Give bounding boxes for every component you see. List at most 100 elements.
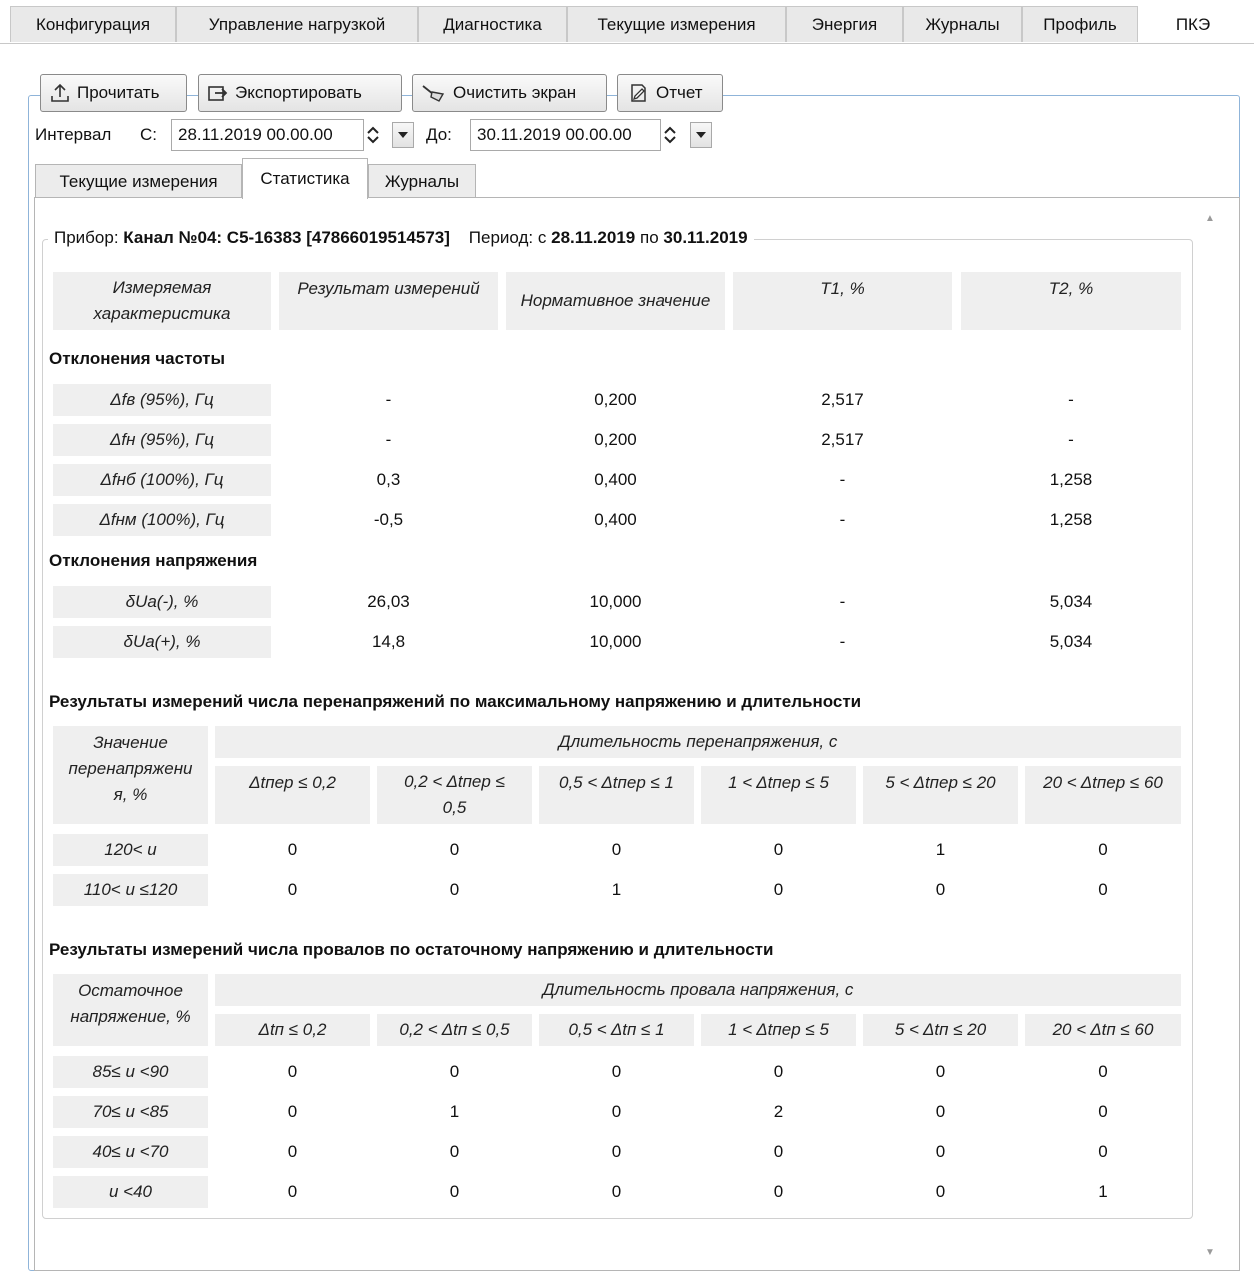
- header-characteristic: Измеряемая характеристика: [53, 272, 271, 330]
- overvoltage-count: 0: [611, 840, 622, 859]
- to-spinner[interactable]: [659, 119, 681, 151]
- overvoltage-count: 1: [935, 840, 946, 859]
- up-down-icon: [664, 126, 676, 144]
- overvoltage-count: 0: [1098, 840, 1108, 859]
- overvoltage-count: 0: [287, 880, 298, 899]
- freq-row-t1: 2,517: [821, 390, 864, 409]
- export-icon: [208, 86, 228, 101]
- dips-col-header: 20 < Δtп ≤ 60: [1025, 1014, 1181, 1046]
- overvoltage-col-header: 0,2 < Δtпер ≤ 0,5: [377, 766, 532, 824]
- dips-row-header: Остаточное напряжение, %: [53, 974, 208, 1046]
- volt-row-name: δUa(+), %: [53, 626, 271, 658]
- freq-row-name: Δfнб (100%), Гц: [53, 464, 271, 496]
- report-icon: [631, 84, 646, 102]
- freq-row-result: -: [385, 430, 392, 449]
- tab-current-measurements[interactable]: Текущие измерения: [567, 6, 786, 42]
- freq-row-t2: 1,258: [1049, 510, 1093, 529]
- freq-row-norm: 0,400: [594, 510, 637, 529]
- tab-profile[interactable]: Профиль: [1022, 6, 1138, 42]
- from-datetime-input[interactable]: 28.11.2019 00.00.00: [171, 119, 364, 151]
- dips-count: 0: [611, 1182, 622, 1201]
- overvoltage-row-name: 110< u ≤120: [53, 874, 208, 906]
- header-result: Результат измерений: [279, 272, 498, 330]
- overvoltage-col-header: 1 < Δtпер ≤ 5: [701, 766, 856, 824]
- freq-row-name: Δfв (95%), Гц: [53, 384, 271, 416]
- header-t2: T2, %: [961, 272, 1181, 330]
- chevron-down-icon: [398, 132, 408, 138]
- dips-col-header: 5 < Δtп ≤ 20: [863, 1014, 1018, 1046]
- freq-row-name: Δfнм (100%), Гц: [53, 504, 271, 536]
- device-label: Прибор:: [54, 228, 119, 247]
- section-dips: Результаты измерений числа провалов по о…: [49, 940, 774, 959]
- overvoltage-count: 0: [287, 840, 298, 859]
- dips-count: 0: [611, 1142, 622, 1161]
- dips-count: 0: [287, 1182, 298, 1201]
- read-button-label: Прочитать: [77, 83, 160, 102]
- scroll-down-arrow[interactable]: ▼: [1200, 1240, 1220, 1264]
- report-button[interactable]: Отчет: [617, 74, 723, 112]
- subtab-current-measurements[interactable]: Текущие измерения: [35, 164, 242, 198]
- dips-row-name: 40≤ u <70: [53, 1136, 208, 1168]
- tab-configuration[interactable]: Конфигурация: [10, 6, 176, 42]
- overvoltage-col-header: 0,5 < Δtпер ≤ 1: [539, 766, 694, 824]
- dips-count: 0: [449, 1062, 460, 1081]
- clear-screen-button-label: Очистить экран: [453, 83, 577, 102]
- from-dropdown-button[interactable]: [392, 122, 414, 148]
- dips-count: 0: [287, 1062, 298, 1081]
- dips-count: 0: [1098, 1062, 1108, 1081]
- export-button[interactable]: Экспортировать: [198, 74, 402, 112]
- subtab-statistics[interactable]: Статистика: [242, 158, 368, 199]
- tab-pqe[interactable]: ПКЭ: [1138, 6, 1248, 42]
- overvoltage-count: 0: [773, 840, 784, 859]
- to-label: До:: [426, 125, 452, 144]
- dips-count: 0: [935, 1062, 946, 1081]
- dips-row-name: 70≤ u <85: [53, 1096, 208, 1128]
- dips-count: 0: [773, 1142, 784, 1161]
- top-tab-bar: Конфигурация Управление нагрузкой Диагно…: [0, 0, 1254, 44]
- to-dropdown-button[interactable]: [690, 122, 712, 148]
- tab-diagnostics[interactable]: Диагностика: [418, 6, 567, 42]
- header-norm: Нормативное значение: [506, 272, 725, 330]
- dips-count: 0: [773, 1182, 784, 1201]
- freq-row-result: -0,5: [373, 510, 404, 529]
- subtab-journals[interactable]: Журналы: [368, 164, 476, 198]
- freq-row-norm: 0,200: [594, 390, 637, 409]
- volt-row-t2: 5,034: [1049, 592, 1093, 611]
- read-button[interactable]: Прочитать: [40, 74, 187, 112]
- volt-row-t1: -: [839, 592, 846, 611]
- overvoltage-row-name: 120< u: [53, 834, 208, 866]
- overvoltage-count: 0: [1098, 880, 1108, 899]
- scroll-up-arrow[interactable]: ▲: [1200, 206, 1220, 230]
- overvoltage-row-header: Значение перенапряжени я, %: [53, 726, 208, 824]
- tab-journals[interactable]: Журналы: [903, 6, 1022, 42]
- report-button-label: Отчет: [656, 83, 703, 102]
- overvoltage-count: 0: [773, 880, 784, 899]
- tab-divider: [0, 43, 1254, 44]
- from-spinner[interactable]: [362, 119, 384, 151]
- period-to: 30.11.2019: [663, 228, 748, 247]
- dips-count: 0: [935, 1142, 946, 1161]
- report-header: Прибор: Канал №04: C5-16383 [47866019514…: [48, 228, 754, 248]
- overvoltage-count: 0: [449, 880, 460, 899]
- dips-count: 0: [449, 1182, 460, 1201]
- chevron-down-icon: [696, 132, 706, 138]
- dips-col-header: 1 < Δtпер ≤ 5: [701, 1014, 856, 1046]
- period-label: Период: с: [468, 228, 547, 247]
- dips-count: 0: [287, 1142, 298, 1161]
- volt-row-t1: -: [839, 632, 846, 651]
- broom-icon: [422, 85, 445, 102]
- tab-energy[interactable]: Энергия: [786, 6, 903, 42]
- clear-screen-button[interactable]: Очистить экран: [412, 74, 607, 112]
- freq-row-norm: 0,200: [594, 430, 637, 449]
- dips-col-header: Δtп ≤ 0,2: [215, 1014, 370, 1046]
- dips-count: 0: [287, 1102, 298, 1121]
- device-value: Канал №04: C5-16383 [47866019514573]: [123, 228, 450, 247]
- interval-label: Интервал: [35, 125, 112, 144]
- dips-count: 2: [773, 1102, 784, 1121]
- dips-count: 0: [1098, 1102, 1108, 1121]
- tab-load-management[interactable]: Управление нагрузкой: [176, 6, 418, 42]
- dips-group-header: Длительность провала напряжения, с: [215, 974, 1181, 1006]
- to-datetime-input[interactable]: 30.11.2019 00.00.00: [470, 119, 661, 151]
- export-button-label: Экспортировать: [235, 83, 362, 102]
- section-overvoltage: Результаты измерений числа перенапряжени…: [49, 692, 862, 711]
